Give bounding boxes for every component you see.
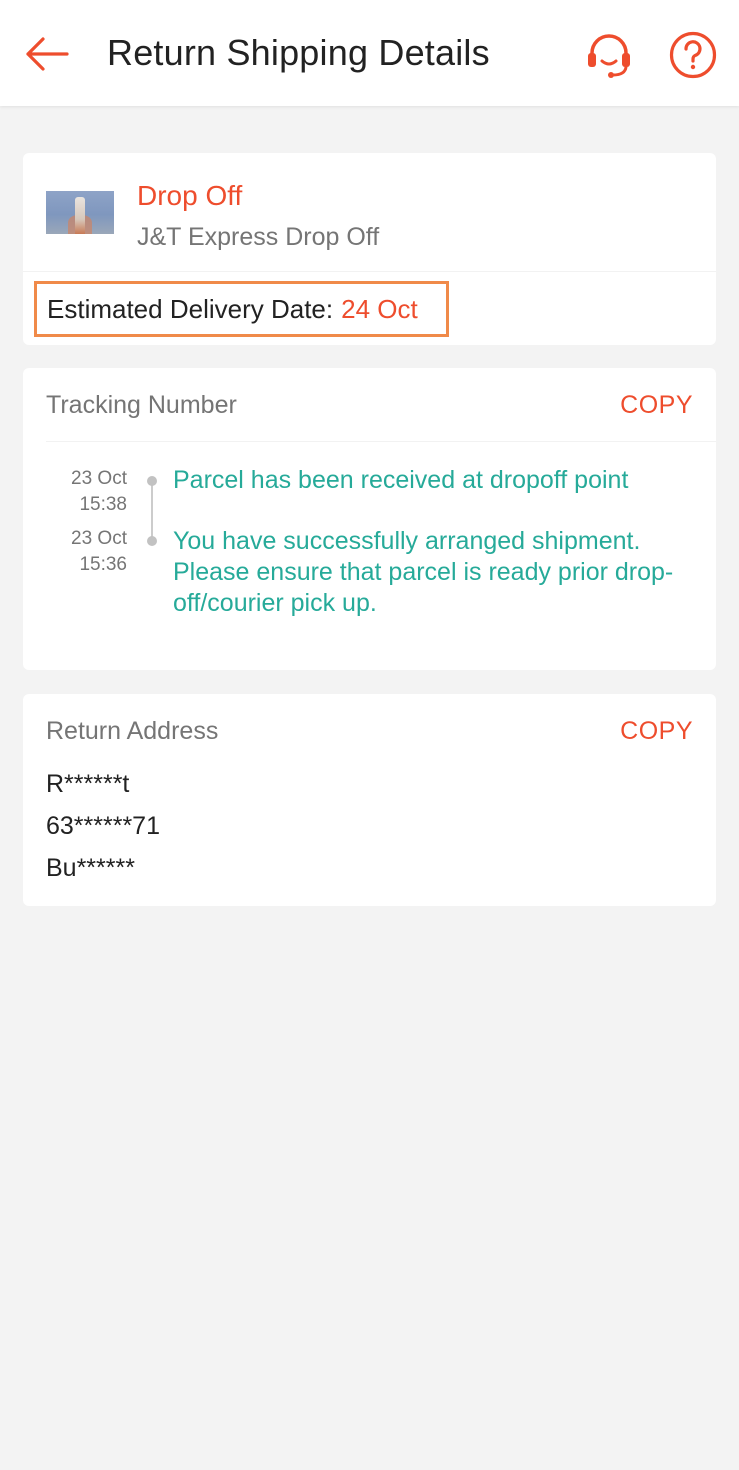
divider	[46, 441, 716, 442]
address-street: Bu******	[46, 854, 135, 882]
address-phone: 63******71	[46, 812, 160, 840]
help-button[interactable]	[666, 28, 720, 82]
back-button[interactable]	[22, 30, 70, 78]
timeline-dot	[147, 476, 157, 486]
event-time: 15:36	[79, 554, 127, 575]
app-header: Return Shipping Details	[0, 0, 739, 106]
arrow-left-icon	[26, 37, 69, 71]
event-description: Parcel has been received at dropoff poin…	[173, 466, 629, 494]
copy-tracking-button[interactable]: COPY	[620, 391, 693, 420]
estimated-delivery-highlight: Estimated Delivery Date: 24 Oct	[34, 281, 449, 337]
eta-label: Estimated Delivery Date:	[47, 293, 334, 324]
question-circle-icon	[669, 31, 717, 79]
customer-support-button[interactable]	[582, 28, 636, 82]
timeline-dot	[147, 536, 157, 546]
return-address-card: Return Address COPY R******t 63******71 …	[23, 694, 716, 906]
copy-address-button[interactable]: COPY	[620, 717, 693, 746]
event-description: You have successfully arranged shipment.…	[173, 527, 674, 617]
eta-value: 24 Oct	[341, 293, 418, 324]
tracking-card: Tracking Number COPY 23 Oct 15:38 Parcel…	[23, 368, 716, 670]
address-name: R******t	[46, 770, 130, 798]
tracking-number-label: Tracking Number	[46, 391, 237, 419]
timeline-line	[151, 480, 153, 540]
dropoff-thumbnail	[46, 191, 114, 234]
event-date: 23 Oct	[71, 528, 127, 549]
divider	[23, 271, 716, 272]
return-address-label: Return Address	[46, 717, 219, 745]
event-time: 15:38	[79, 494, 127, 515]
carrier-name: J&T Express Drop Off	[137, 223, 380, 251]
event-date: 23 Oct	[71, 468, 127, 489]
dropoff-card: Drop Off J&T Express Drop Off Estimated …	[23, 153, 716, 345]
page-title: Return Shipping Details	[107, 32, 490, 73]
headset-icon	[588, 34, 630, 78]
shipping-method-title: Drop Off	[137, 180, 243, 211]
